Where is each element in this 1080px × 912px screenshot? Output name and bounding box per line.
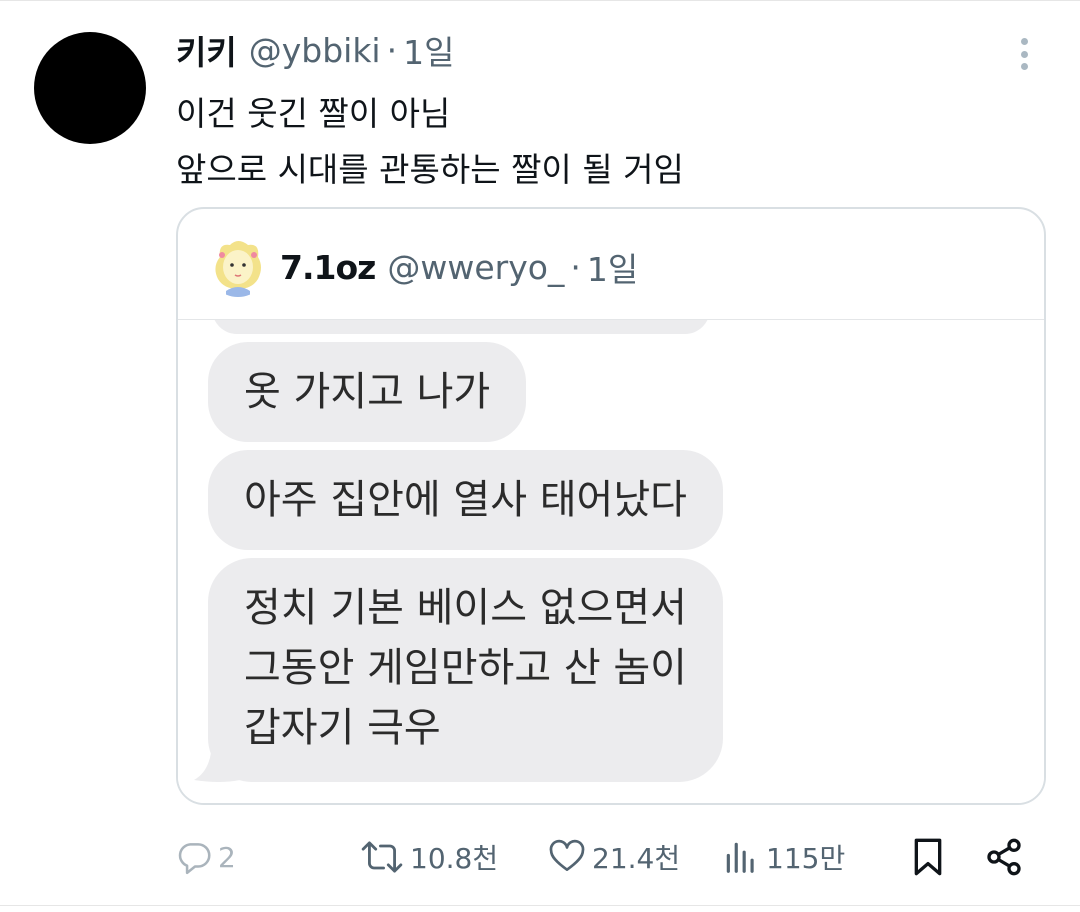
author-display-name[interactable]: 키키: [176, 26, 237, 74]
share-button[interactable]: [984, 832, 1024, 882]
separator-dot: ·: [386, 30, 398, 70]
tweet-text-line: 앞으로 시대를 관통하는 짤이 될 거임: [176, 150, 684, 189]
quoted-author-handle[interactable]: @wweryo_: [387, 248, 564, 287]
like-count: 21.4천: [592, 842, 681, 875]
like-button[interactable]: 21.4천: [548, 832, 680, 882]
tweet-timestamp[interactable]: 1일: [403, 26, 454, 74]
reply-count: 2: [218, 840, 236, 874]
quoted-author-avatar[interactable]: [208, 237, 268, 297]
message-text: 옷 가지고 나가: [244, 369, 491, 415]
author-avatar[interactable]: [34, 32, 146, 144]
retweet-button[interactable]: 10.8천: [360, 832, 498, 882]
quoted-tweet-header: 7.1oz @wweryo_ · 1일: [208, 237, 638, 297]
author-handle[interactable]: @ybbiki: [249, 31, 381, 70]
quoted-tweet-timestamp[interactable]: 1일: [587, 243, 638, 291]
bookmark-icon: [910, 837, 946, 877]
retweet-icon: [360, 838, 404, 876]
message-text: 정치 기본 베이스 없으면서: [244, 585, 687, 631]
message-bubble: 아주 집안에 열사 태어났다: [208, 450, 723, 550]
message-text: 갑자기 극우: [244, 705, 441, 751]
quoted-author-display-name[interactable]: 7.1oz: [280, 248, 376, 287]
reply-button[interactable]: 2: [176, 832, 236, 882]
heart-icon: [548, 838, 586, 876]
bookmark-button[interactable]: [910, 832, 946, 882]
tweet-actions-bar: 2 10.8천 21.4천 115만: [176, 832, 1036, 882]
message-text: 아주 집안에 열사 태어났다: [244, 477, 687, 523]
views-icon: [722, 838, 760, 876]
share-icon: [984, 837, 1024, 877]
message-bubble-partial: [212, 320, 710, 334]
tweet-text: 이건 웃긴 짤이 아님 앞으로 시대를 관통하는 짤이 될 거임: [176, 86, 684, 198]
retweet-count: 10.8천: [410, 842, 499, 875]
quoted-media-image[interactable]: 옷 가지고 나가 아주 집안에 열사 태어났다 정치 기본 베이스 없으면서 그…: [178, 319, 1044, 803]
more-options-icon[interactable]: [1008, 34, 1040, 74]
quoted-tweet-card[interactable]: 7.1oz @wweryo_ · 1일 옷 가지고 나가 아주 집안에 열사 태…: [176, 207, 1046, 805]
reply-icon: [176, 838, 214, 876]
tweet-text-line: 이건 웃긴 짤이 아님: [176, 94, 451, 133]
top-divider: [0, 0, 1080, 1]
message-text: 그동안 게임만하고 산 놈이: [244, 645, 687, 691]
message-bubble: 옷 가지고 나가: [208, 342, 527, 442]
views-button[interactable]: 115만: [722, 832, 845, 882]
tweet-header: 키키 @ybbiki · 1일: [176, 26, 454, 74]
bottom-divider: [0, 905, 1080, 906]
views-count: 115만: [766, 842, 846, 875]
separator-dot: ·: [570, 247, 581, 287]
message-bubble: 정치 기본 베이스 없으면서 그동안 게임만하고 산 놈이 갑자기 극우: [208, 558, 723, 782]
